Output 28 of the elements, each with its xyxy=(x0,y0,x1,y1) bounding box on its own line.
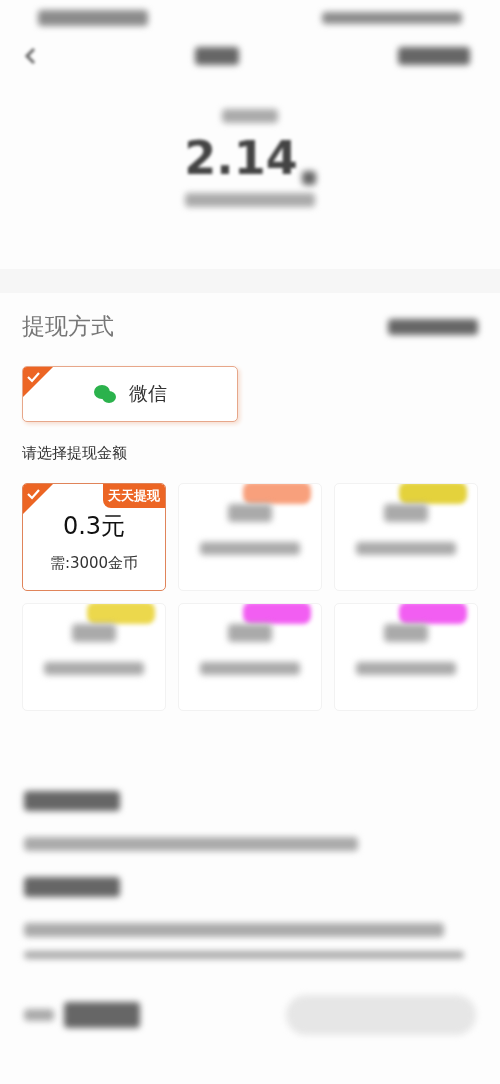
blurred-text xyxy=(228,624,272,642)
balance-amount: 2.14 xyxy=(184,131,298,185)
wechat-option[interactable]: 微信 xyxy=(22,366,238,422)
section-title: 提现方式 xyxy=(22,312,114,341)
amount-option[interactable]: 天天提现 0.3元 需:3000金币 xyxy=(22,483,166,591)
check-corner-icon xyxy=(23,484,53,514)
blurred-text xyxy=(222,109,278,123)
blurred-text xyxy=(228,504,272,522)
blurred-text xyxy=(384,624,428,642)
check-corner-icon xyxy=(23,367,53,397)
amount-option[interactable] xyxy=(334,483,478,591)
blurred-text xyxy=(384,504,428,522)
amount-option[interactable] xyxy=(334,603,478,711)
blurred-text[interactable] xyxy=(398,46,470,65)
coin-cost: 需:3000金币 xyxy=(49,554,139,573)
blurred-text[interactable] xyxy=(388,318,478,335)
amount-tag: 天天提现 xyxy=(103,484,165,508)
blurred-text xyxy=(195,46,239,65)
amount-prompt: 请选择提现金额 xyxy=(22,444,128,463)
back-icon[interactable] xyxy=(24,46,36,65)
chat-bubbles-icon xyxy=(93,384,117,404)
amount-option[interactable] xyxy=(22,603,166,711)
amount-value: 0.3元 xyxy=(62,511,126,542)
blurred-text xyxy=(301,171,316,185)
blurred-text xyxy=(24,1009,54,1021)
blurred-text xyxy=(72,624,116,642)
amount-option[interactable] xyxy=(178,483,322,591)
amount-option[interactable] xyxy=(178,603,322,711)
